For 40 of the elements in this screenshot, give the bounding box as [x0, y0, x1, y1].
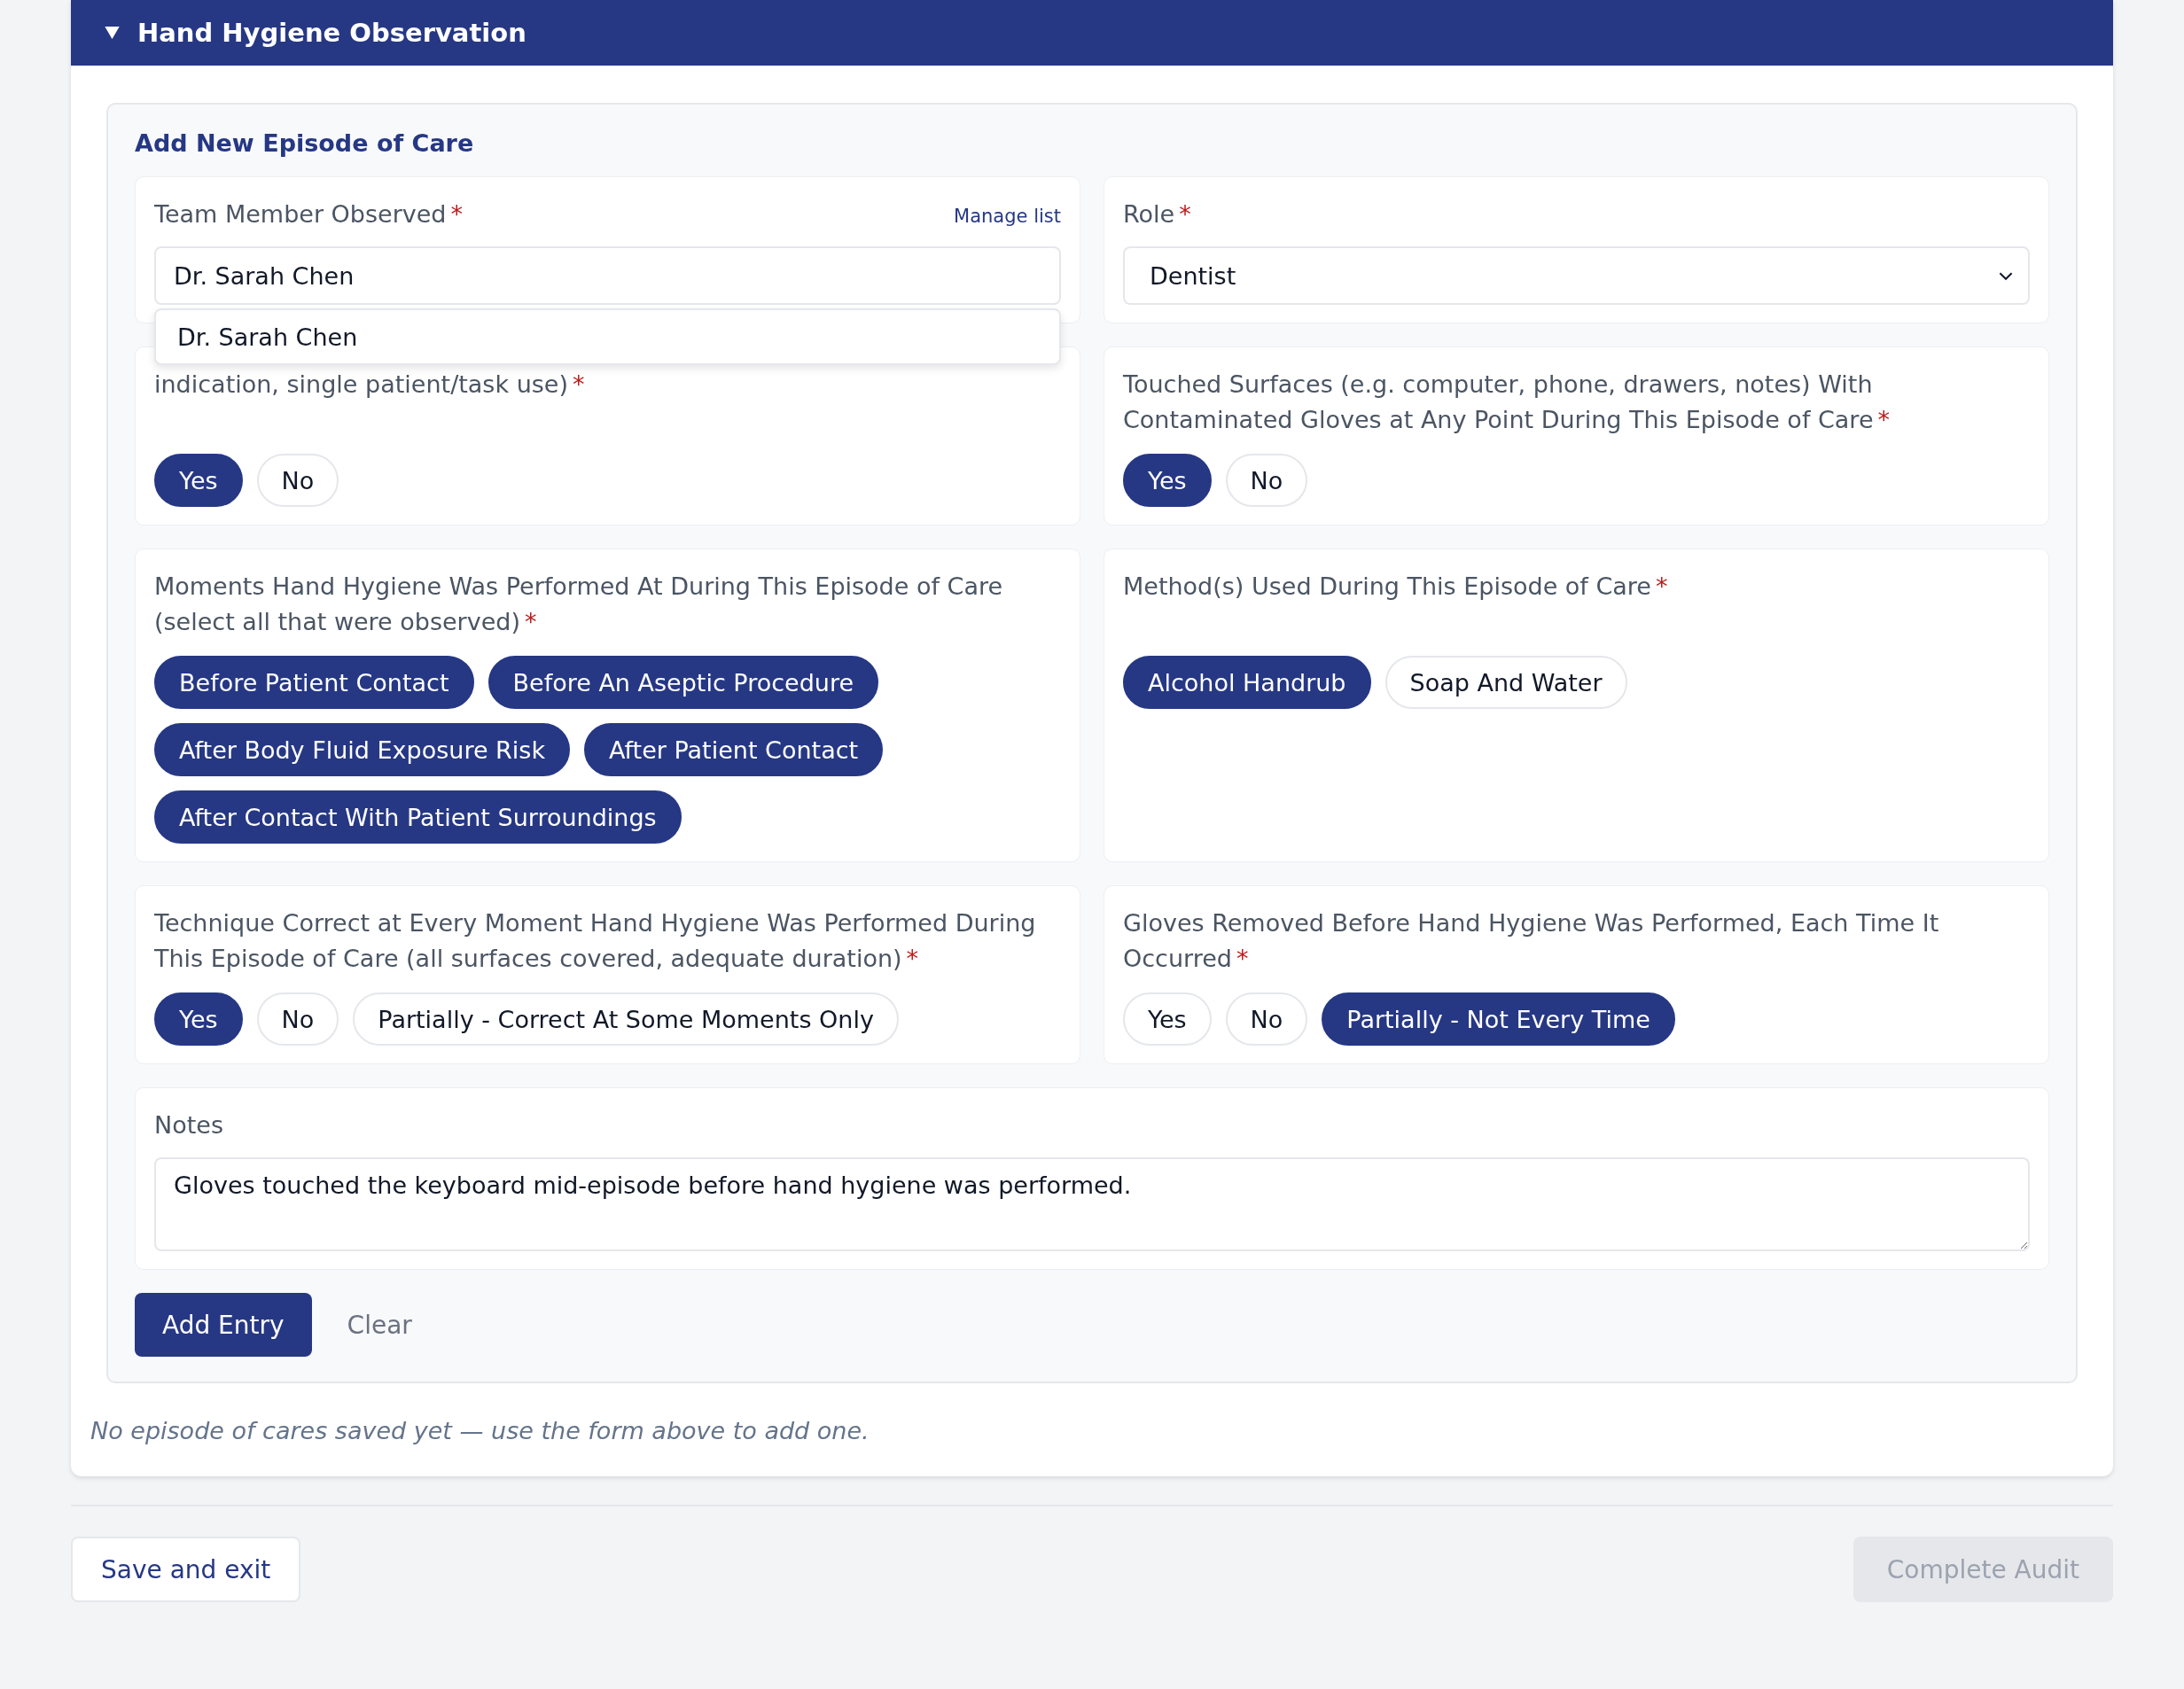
option-chip[interactable]: After Contact With Patient Surroundings [154, 790, 682, 844]
notes-field[interactable]: Gloves touched the keyboard mid-episode before hand hygiene was performed. [154, 1157, 2030, 1251]
manage-list-link[interactable]: Manage list [954, 206, 1061, 227]
option-chip[interactable]: Yes [1123, 992, 1212, 1046]
option-chip[interactable]: Partially - Not Every Time [1322, 992, 1675, 1046]
field-label: Notes [154, 1110, 223, 1140]
field-label: Moments Hand Hygiene Was Performed At During This Episode of Care (select all that were observed) * [154, 572, 1004, 637]
section-title: Hand Hygiene Observation [137, 18, 526, 48]
form-title: Add New Episode of Care [135, 129, 475, 157]
field-label: Role * [1123, 199, 1191, 230]
suggestion-item[interactable]: Dr. Sarah Chen [156, 310, 1059, 363]
add-entry-button[interactable]: Add Entry [135, 1293, 312, 1357]
field-label: Touched Surfaces (e.g. computer, phone, drawers, notes) With Contaminated Gloves at Any Point During This Episode of Care * [1123, 370, 1891, 435]
save-and-exit-button[interactable]: Save and exit [71, 1537, 301, 1602]
text-field[interactable]: Dr. Sarah Chen [154, 246, 1061, 305]
option-chip[interactable]: Yes [154, 992, 243, 1046]
option-chip[interactable]: Before Patient Contact [154, 656, 474, 709]
option-chip[interactable]: No [1225, 992, 1308, 1046]
select-field[interactable]: Dentist [1123, 246, 2030, 305]
option-chip[interactable]: No [256, 992, 339, 1046]
clear-button[interactable]: Clear [329, 1298, 430, 1351]
field-label: Gloves Removed Before Hand Hygiene Was Performed, Each Time It Occurred * [1123, 908, 1940, 974]
option-chip[interactable]: Soap And Water [1384, 656, 1627, 709]
empty-message: No episode of cares saved yet — use the form above to add one. [90, 1417, 870, 1444]
collapse-icon[interactable] [105, 27, 120, 39]
option-chip[interactable]: No [256, 454, 339, 507]
option-chip[interactable]: Before An Aseptic Procedure [488, 656, 878, 709]
option-chip[interactable]: Partially - Correct At Some Moments Only [353, 992, 899, 1046]
field-label: indication, single patient/task use) * [154, 370, 585, 400]
option-chip[interactable]: Yes [1123, 454, 1212, 507]
chevron-icon [1998, 270, 2014, 281]
section-header[interactable]: Hand Hygiene Observation [71, 0, 2113, 66]
option-chip[interactable]: Yes [154, 454, 243, 507]
option-chip[interactable]: No [1225, 454, 1308, 507]
field-label: Method(s) Used During This Episode of Care * [1123, 572, 1668, 602]
option-chip[interactable]: After Body Fluid Exposure Risk [154, 723, 571, 776]
option-chip[interactable]: Alcohol Handrub [1123, 656, 1371, 709]
field-label: Team Member Observed * [154, 199, 463, 230]
field-label: Technique Correct at Every Moment Hand Hygiene Was Performed During This Episode of Care (all surfaces covered, adequate duration) * [154, 908, 1037, 974]
option-chip[interactable]: After Patient Contact [584, 723, 884, 776]
